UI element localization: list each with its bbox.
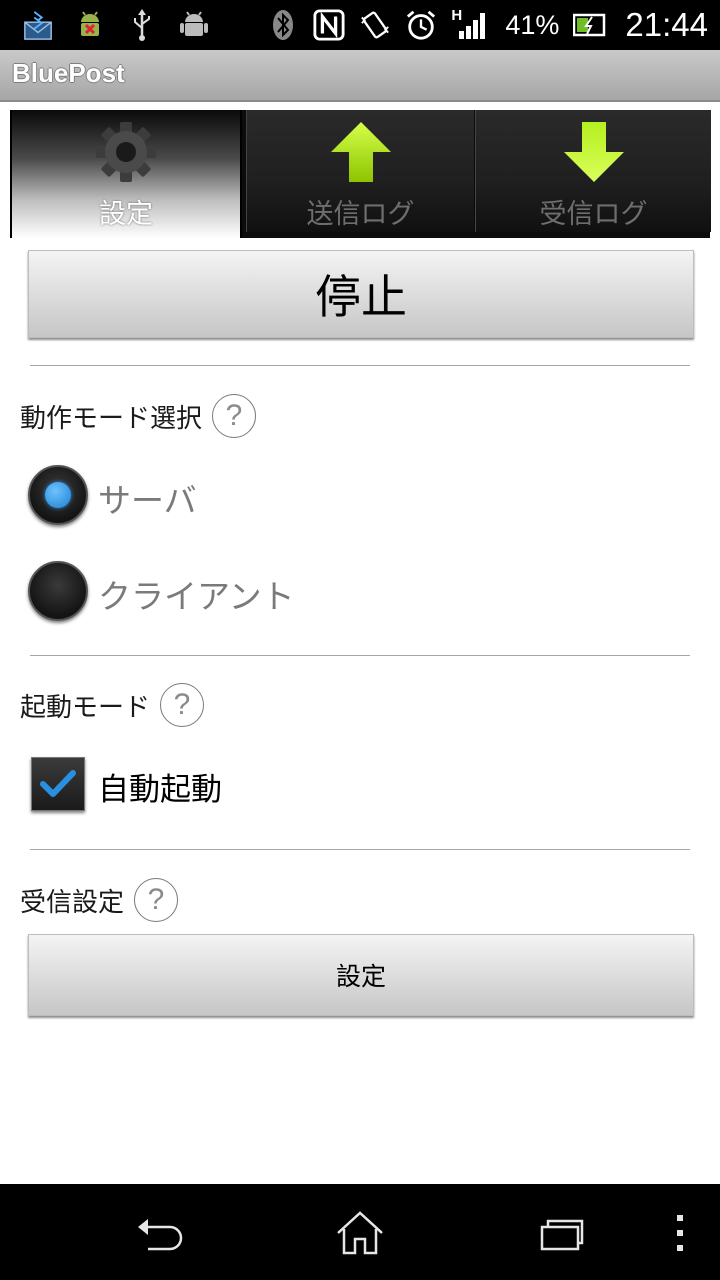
- home-icon: [337, 1211, 383, 1255]
- server-radio-label[interactable]: サーバ: [98, 474, 197, 522]
- system-icons: H 41% 21:44: [267, 4, 708, 46]
- usb-icon: [126, 9, 158, 41]
- tab-receive-log-label: 受信ログ: [539, 199, 648, 230]
- battery-icon: [573, 9, 607, 41]
- back-icon: [138, 1219, 183, 1251]
- alarm-icon: [405, 9, 437, 41]
- back-button[interactable]: [130, 1208, 190, 1258]
- startup-mode-label: 起動モード: [20, 692, 151, 723]
- clock: 21:44: [625, 6, 708, 43]
- arrow-down-icon: [562, 120, 626, 184]
- client-radio[interactable]: [28, 561, 88, 621]
- bluetooth-mail-icon: [22, 9, 54, 41]
- receive-settings-section: 受信設定 ?: [20, 878, 179, 922]
- recent-apps-button[interactable]: [530, 1208, 590, 1258]
- navigation-bar: [0, 1184, 720, 1280]
- status-bar: H 41% 21:44: [0, 0, 720, 50]
- checkmark-icon: [40, 770, 76, 797]
- vibrate-icon: [359, 9, 391, 41]
- operation-mode-help-icon[interactable]: ?: [212, 394, 257, 438]
- tab-bar: 設定 送信ログ 受信ログ: [10, 110, 711, 238]
- divider: [30, 849, 690, 850]
- tab-send-log-label: 送信ログ: [306, 199, 415, 230]
- arrow-up-icon: [329, 120, 393, 184]
- tab-settings[interactable]: 設定: [10, 110, 242, 238]
- overflow-menu-icon: [677, 1215, 683, 1251]
- tab-settings-label: 設定: [99, 199, 153, 230]
- recent-apps-icon: [540, 1219, 584, 1251]
- tab-receive-log[interactable]: 受信ログ: [475, 110, 711, 232]
- divider: [30, 655, 690, 656]
- home-button[interactable]: [330, 1208, 390, 1258]
- bluetooth-icon: [267, 9, 299, 41]
- gear-icon: [94, 120, 158, 184]
- nfc-icon: [313, 9, 345, 41]
- radio-selected-dot: [45, 482, 71, 508]
- operation-mode-label: 動作モード選択: [20, 403, 203, 434]
- startup-mode-section: 起動モード ?: [20, 683, 205, 727]
- receive-settings-help-icon[interactable]: ?: [134, 878, 179, 922]
- battery-percent: 41%: [505, 9, 560, 40]
- android-debug-icon: [74, 9, 106, 41]
- operation-mode-section: 動作モード選択 ?: [20, 394, 257, 438]
- server-radio[interactable]: [28, 465, 88, 525]
- app-title: BluePost: [12, 58, 125, 88]
- auto-start-label[interactable]: 自動起動: [98, 764, 222, 809]
- action-bar: BluePost: [0, 50, 720, 102]
- menu-button[interactable]: [650, 1208, 710, 1258]
- startup-mode-help-icon[interactable]: ?: [160, 683, 205, 727]
- receive-settings-label: 受信設定: [20, 887, 125, 918]
- stop-button[interactable]: 停止: [28, 250, 694, 338]
- divider: [30, 365, 690, 366]
- android-icon: [178, 9, 210, 41]
- notification-icons: [22, 6, 210, 44]
- client-radio-label[interactable]: クライアント: [98, 570, 295, 618]
- hspa-signal-icon: H: [451, 7, 491, 41]
- auto-start-checkbox[interactable]: [31, 757, 85, 811]
- tab-send-log[interactable]: 送信ログ: [246, 110, 474, 232]
- receive-settings-button[interactable]: 設定: [28, 934, 694, 1016]
- network-type: H: [451, 7, 463, 24]
